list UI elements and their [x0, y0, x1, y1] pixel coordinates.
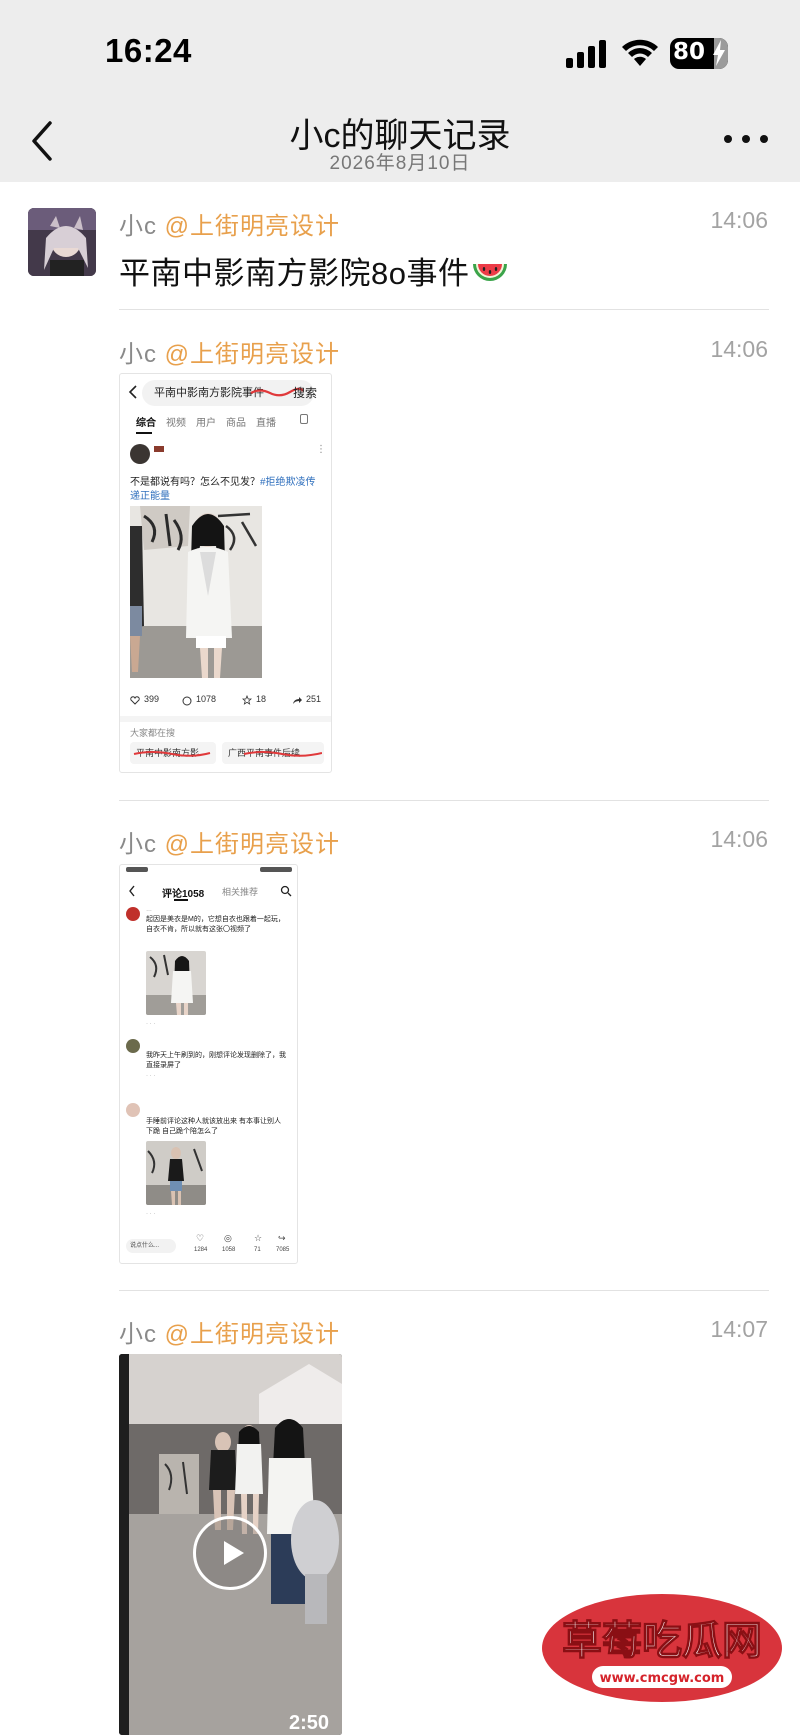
heart-icon [130, 696, 140, 705]
screenshot-search-button: 搜索 [292, 386, 317, 400]
screenshot-trending-label: 大家都在搜 [130, 728, 176, 738]
share-icon: ↪ [278, 1233, 286, 1243]
share-icon [293, 697, 302, 704]
comment-text: 起因是美衣是M的，它想自衣也跟着一起玩，自衣不肯，所以就有这张〇视频了 [146, 916, 285, 933]
screenshot-tab: 用户 [196, 418, 216, 429]
filter-icon [300, 414, 308, 424]
screenshot-related-tab: 相关推荐 [222, 887, 259, 897]
star-icon: ☆ [254, 1233, 263, 1243]
back-icon [129, 885, 135, 897]
screenshot-status-bar [120, 865, 297, 877]
screenshot-likes: 399 [144, 694, 160, 704]
screenshot-username-badge [154, 446, 164, 452]
comment-photo [146, 951, 206, 1015]
commenter-avatar [126, 1039, 140, 1053]
comment-meta: · · · [146, 1211, 156, 1217]
screenshot-tabs: 综合 视频 用户 商品 直播 [120, 408, 331, 436]
sender-name: 小c @上街明亮设计 [119, 1314, 340, 1349]
battery-level: 80 [673, 39, 706, 65]
screenshot-comments: 1078 [196, 694, 217, 704]
screenshot-comment-input: 说点什么... [126, 1239, 176, 1253]
commenter-avatar [126, 907, 140, 921]
image-message-search-screenshot[interactable]: 平南中影南方影院事件 搜索 综合 视频 用户 商品 直播 ⋮ 不是都说有吗？怎么… [119, 373, 332, 773]
play-button[interactable] [193, 1516, 267, 1590]
heart-icon: ♡ [196, 1233, 205, 1243]
screenshot-tab: 综合 [136, 418, 156, 429]
sender-mention[interactable]: @上街明亮设计 [165, 831, 340, 858]
screenshot-stars: 71 [254, 1247, 261, 1253]
comment-text: 我昨天上午刷到的，刚想评论发现删除了，我直接录屏了 [146, 1052, 286, 1069]
message-time: 14:06 [710, 207, 768, 233]
sender-mention[interactable]: @上街明亮设计 [165, 213, 340, 240]
tab-underline [174, 899, 188, 901]
screenshot-more-icon: ⋮ [316, 444, 326, 455]
message-time: 14:07 [710, 1316, 768, 1342]
commenter-avatar [126, 1103, 140, 1117]
commenter-name: … [146, 907, 152, 913]
screenshot-likes: 1284 [194, 1247, 208, 1253]
watermark-name: 草莓吃瓜网 [562, 1618, 762, 1664]
screenshot-tab: 直播 [256, 418, 276, 429]
video-message[interactable]: 2:50 [119, 1354, 342, 1735]
tab-underline [136, 432, 152, 434]
divider [119, 1290, 769, 1291]
message-text[interactable]: 平南中影南方影院8o事件 [119, 248, 509, 293]
screenshot-avatar [130, 444, 150, 464]
comment-meta: · · · [146, 1021, 156, 1027]
chat-date: 2026年8月10日 [329, 153, 471, 174]
screenshot-action-row: 399 1078 18 251 [120, 692, 331, 712]
watermark-url: www.cmcgw.com [600, 1671, 725, 1686]
message-text-content: 平南中影南方影院8o事件 [119, 256, 470, 291]
star-icon [242, 695, 252, 705]
screenshot-post-body: 不是都说有吗？怎么不见发？ [130, 477, 260, 488]
more-icon[interactable] [722, 126, 772, 152]
comment-icon [182, 696, 192, 706]
search-icon [280, 885, 292, 897]
sender-name: 小c @上街明亮设计 [119, 824, 340, 859]
screenshot-tab: 商品 [226, 418, 246, 429]
signal-icon [566, 40, 606, 68]
avatar[interactable] [28, 208, 96, 276]
header: 16:24 80 小c的聊天记录 2026年8月10日 [0, 0, 800, 182]
divider [119, 309, 769, 310]
sender-nick: 小c [119, 213, 157, 240]
comment-meta: · · · [146, 1073, 156, 1079]
screenshot-comments-tab: 评论1058 [162, 889, 205, 900]
sender-mention[interactable]: @上街明亮设计 [165, 341, 340, 368]
divider [119, 800, 769, 801]
screenshot-shares: 7085 [276, 1247, 290, 1253]
sender-nick: 小c [119, 831, 157, 858]
comment-photo [146, 1141, 206, 1205]
screenshot-stars: 18 [256, 694, 267, 704]
sender-nick: 小c [119, 1321, 157, 1348]
comment-icon: ◎ [224, 1233, 232, 1243]
screenshot-shares: 251 [306, 694, 322, 704]
message-time: 14:06 [710, 336, 768, 362]
video-duration: 2:50 [289, 1712, 330, 1734]
screenshot-bottom-bar: 说点什么... ♡ 1284 ◎ 1058 ☆ 71 ↪ 7085 [120, 1233, 297, 1263]
comment-text: 手睡前评论这种人就该放出来 有本事让别人下跪 自己跪个陪怎么了 [146, 1118, 281, 1135]
screenshot-separator [120, 716, 331, 722]
back-icon [128, 385, 137, 399]
wifi-icon [622, 39, 658, 66]
sender-name: 小c @上街明亮设计 [119, 334, 340, 369]
screenshot-tab: 视频 [166, 418, 186, 429]
site-watermark-logo: 草莓吃瓜网 www.cmcgw.com [540, 1586, 785, 1706]
image-message-comments-screenshot[interactable]: 评论1058 相关推荐 … 起因是美衣是M的，它想自衣也跟着一起玩，自衣不肯，所… [119, 864, 298, 1264]
screenshot-comments: 1058 [222, 1247, 236, 1253]
screenshot-photo [130, 506, 262, 678]
sender-nick: 小c [119, 341, 157, 368]
status-time: 16:24 [105, 32, 192, 69]
screenshot-post-text: 不是都说有吗？怎么不见发？#拒绝欺凌传递正能量 [130, 476, 320, 504]
sender-name: 小c @上街明亮设计 [119, 206, 340, 241]
play-icon [224, 1541, 244, 1565]
message-time: 14:06 [710, 826, 768, 852]
sender-mention[interactable]: @上街明亮设计 [165, 1321, 340, 1348]
red-scribble [133, 751, 322, 757]
watermelon-icon [473, 264, 508, 281]
charging-bolt-icon [713, 40, 725, 66]
